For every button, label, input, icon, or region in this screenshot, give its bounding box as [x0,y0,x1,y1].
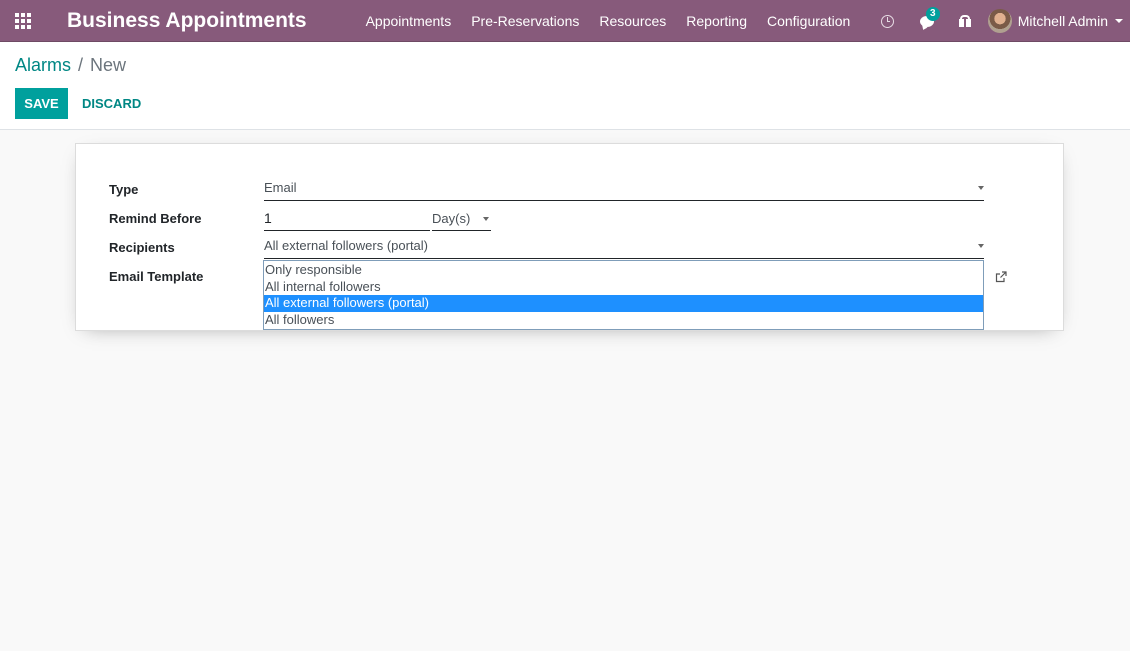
systray: 3 Mitchell Admin [874,0,1130,42]
clock-icon [881,14,895,28]
email-template-label: Email Template [109,269,204,284]
remind-before-label: Remind Before [109,211,202,226]
external-link-icon[interactable] [995,271,1007,283]
menu-item-reporting[interactable]: Reporting [676,0,757,42]
recipients-label: Recipients [109,240,175,255]
discard-button[interactable]: DISCARD [78,88,145,119]
recipients-value: All external followers (portal) [264,238,429,253]
user-menu[interactable]: Mitchell Admin [987,0,1130,42]
main-menu: Appointments Pre-Reservations Resources … [356,0,861,42]
menu-item-pre-reservations[interactable]: Pre-Reservations [461,0,589,42]
option-all-external-followers[interactable]: All external followers (portal) [264,295,983,312]
recipients-select[interactable]: All external followers (portal) [264,235,984,259]
option-all-internal-followers[interactable]: All internal followers [264,279,983,296]
caret-down-icon [978,186,984,190]
option-all-followers[interactable]: All followers [264,312,983,329]
gift-button[interactable] [951,0,979,42]
breadcrumb: Alarms / New [15,55,126,76]
app-brand[interactable]: Business Appointments [67,9,307,33]
chevron-down-icon [1115,19,1123,23]
top-navbar: Business Appointments Appointments Pre-R… [0,0,1130,42]
messaging-button[interactable]: 3 [910,0,944,42]
menu-item-configuration[interactable]: Configuration [757,0,860,42]
menu-item-resources[interactable]: Resources [589,0,676,42]
remind-before-input[interactable]: 1 [264,205,430,231]
recipients-dropdown-list: Only responsible All internal followers … [263,260,984,330]
remind-unit-value: Day(s) [432,211,471,226]
gift-icon [958,15,971,27]
type-label: Type [109,182,139,197]
breadcrumb-alarms-link[interactable]: Alarms [15,55,71,75]
menu-item-appointments[interactable]: Appointments [356,0,462,42]
option-only-responsible[interactable]: Only responsible [264,262,983,279]
control-panel: Alarms / New SAVE DISCARD [0,42,1130,130]
apps-menu-icon[interactable] [0,0,46,42]
breadcrumb-separator: / [78,55,84,75]
avatar [987,9,1012,33]
type-value: Email [264,180,297,195]
message-count-badge: 3 [925,7,940,21]
breadcrumb-current: New [90,55,127,75]
remind-unit-select[interactable]: Day(s) [432,205,491,231]
caret-down-icon [483,217,489,221]
user-name: Mitchell Admin [1017,13,1108,29]
caret-down-icon [978,244,984,248]
save-button[interactable]: SAVE [15,88,68,119]
type-select[interactable]: Email [264,177,984,201]
activity-button[interactable] [874,0,902,42]
